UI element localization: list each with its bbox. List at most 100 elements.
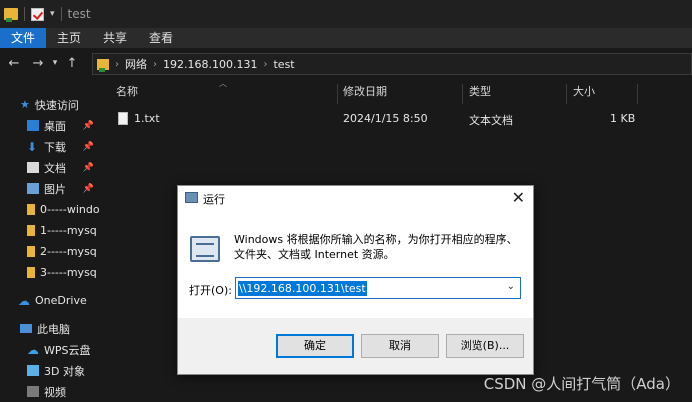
navigation-pane: ★ 快速访问 桌面 📌 ⬇ 下载 📌 文档 📌 图片 📌 0-----windo…	[0, 84, 100, 402]
sidebar-item-this-pc[interactable]: 此电脑	[20, 318, 100, 339]
chevron-right-icon[interactable]: ›	[153, 59, 157, 70]
desktop-icon	[27, 120, 39, 131]
browse-button[interactable]: 浏览(B)...	[446, 334, 524, 358]
breadcrumb-network[interactable]: 网络	[125, 56, 147, 72]
sidebar-item-label: 图片	[44, 182, 66, 196]
address-bar[interactable]: › 网络 › 192.168.100.131 › test	[92, 53, 692, 75]
pin-icon: 📌	[82, 183, 94, 194]
column-header-date[interactable]: 修改日期	[343, 84, 387, 104]
properties-check-icon[interactable]	[31, 7, 44, 21]
file-type: 文本文档	[469, 114, 513, 127]
tab-share[interactable]: 共享	[92, 28, 138, 48]
column-header-size[interactable]: 大小	[573, 84, 595, 104]
file-date: 2024/1/15 8:50	[343, 112, 428, 125]
column-divider[interactable]	[637, 84, 638, 104]
tab-file[interactable]: 文件	[0, 28, 47, 48]
star-icon: ★	[20, 98, 30, 111]
cancel-button[interactable]: 取消	[361, 334, 439, 358]
separator	[24, 7, 25, 21]
run-icon	[185, 192, 198, 203]
text-file-icon	[118, 112, 128, 125]
navigation-bar: ← → ▾ ↑ › 网络 › 192.168.100.131 › test	[0, 48, 692, 78]
sidebar-item-label: 下载	[44, 140, 66, 154]
run-dialog: 运行 ✕ Windows 将根据你所输入的名称，为你打开相应的程序、文件夹、文档…	[177, 185, 534, 375]
dialog-body: Windows 将根据你所输入的名称，为你打开相应的程序、文件夹、文档或 Int…	[178, 210, 533, 318]
open-input[interactable]: \\192.168.100.131\test ⌄	[235, 277, 521, 299]
sidebar-item-desktop[interactable]: 桌面 📌	[27, 115, 100, 136]
network-folder-icon	[97, 58, 109, 72]
recent-dropdown-icon[interactable]: ▾	[50, 58, 60, 68]
chevron-down-icon[interactable]: ⌄	[507, 281, 515, 292]
column-divider[interactable]	[462, 84, 463, 104]
sidebar-item-label: 1-----mysq	[40, 224, 97, 237]
3d-objects-icon	[27, 365, 39, 376]
window-title: test	[67, 7, 91, 21]
run-program-icon	[190, 236, 220, 262]
download-icon: ⬇	[27, 139, 38, 154]
dialog-title-bar: 运行 ✕	[178, 186, 533, 210]
quick-access-dropdown-icon[interactable]: ▾	[50, 9, 55, 19]
breadcrumb-host[interactable]: 192.168.100.131	[163, 58, 257, 71]
title-bar: ▾ test	[0, 0, 692, 28]
sidebar-item-downloads[interactable]: ⬇ 下载 📌	[27, 136, 100, 157]
tab-view[interactable]: 查看	[138, 28, 184, 48]
sidebar-item-folder[interactable]: 1-----mysq	[27, 220, 100, 241]
pin-icon: 📌	[82, 162, 94, 173]
chevron-right-icon[interactable]: ›	[263, 59, 267, 70]
file-name: 1.txt	[134, 112, 160, 125]
file-row[interactable]: 1.txt 2024/1/15 8:50 文本文档 1 KB	[100, 110, 692, 130]
column-header-type[interactable]: 类型	[469, 84, 491, 104]
separator	[60, 7, 62, 21]
sidebar-item-label: 0-----windo	[40, 203, 100, 216]
watermark: CSDN @人间打气筒（Ada）	[483, 375, 680, 393]
pictures-icon	[27, 183, 39, 194]
up-arrow-icon[interactable]: ↑	[60, 56, 84, 71]
sidebar-item-label: 3D 对象	[44, 364, 85, 378]
sidebar-item-label: OneDrive	[35, 294, 87, 307]
sidebar-item-quick-access[interactable]: ★ 快速访问	[20, 94, 100, 115]
sort-ascending-icon: ︿	[219, 79, 227, 88]
forward-arrow-icon[interactable]: →	[26, 56, 50, 71]
open-input-value[interactable]: \\192.168.100.131\test	[238, 280, 367, 296]
sidebar-item-label: 2-----mysq	[40, 245, 97, 258]
ok-button[interactable]: 确定	[276, 334, 354, 358]
sidebar-item-label: 文档	[44, 161, 66, 175]
back-arrow-icon[interactable]: ←	[2, 56, 26, 71]
sidebar-item-label: 3-----mysq	[40, 266, 97, 279]
sidebar-item-folder[interactable]: 0-----windo	[27, 199, 100, 220]
dialog-description: Windows 将根据你所输入的名称，为你打开相应的程序、文件夹、文档或 Int…	[234, 233, 518, 261]
documents-icon	[27, 162, 39, 173]
video-icon	[27, 386, 39, 397]
sidebar-item-wps-cloud[interactable]: ☁ WPS云盘	[27, 339, 100, 360]
sidebar-item-documents[interactable]: 文档 📌	[27, 157, 100, 178]
sidebar-item-label: 此电脑	[37, 322, 70, 336]
close-icon[interactable]: ✕	[512, 188, 525, 207]
sidebar-item-folder[interactable]: 2-----mysq	[27, 241, 100, 262]
folder-icon	[27, 267, 35, 278]
open-label: 打开(O):	[189, 284, 232, 297]
sidebar-item-videos[interactable]: 视频	[27, 381, 100, 402]
sidebar-item-onedrive[interactable]: ☁ OneDrive	[18, 290, 100, 311]
ribbon-tabs: 文件 主页 共享 查看	[0, 28, 692, 48]
column-divider[interactable]	[337, 84, 338, 104]
sidebar-item-3d-objects[interactable]: 3D 对象	[27, 360, 100, 381]
folder-icon	[4, 8, 18, 22]
sidebar-item-label: 快速访问	[34, 98, 79, 112]
pin-icon: 📌	[82, 120, 94, 131]
dialog-title: 运行	[203, 193, 225, 206]
tab-home[interactable]: 主页	[46, 28, 92, 48]
column-header-name[interactable]: 名称	[116, 84, 138, 104]
breadcrumb-share[interactable]: test	[273, 58, 294, 71]
cloud-icon: ☁	[27, 342, 39, 357]
sidebar-item-pictures[interactable]: 图片 📌	[27, 178, 100, 199]
column-divider[interactable]	[566, 84, 567, 104]
sidebar-item-label: 视频	[44, 385, 66, 399]
sidebar-item-label: WPS云盘	[44, 343, 91, 357]
sidebar-item-label: 桌面	[44, 119, 66, 133]
folder-icon	[27, 246, 35, 257]
folder-icon	[27, 204, 35, 215]
sidebar-item-folder[interactable]: 3-----mysq	[27, 262, 100, 283]
chevron-right-icon[interactable]: ›	[115, 59, 119, 70]
file-size: 1 KB	[610, 112, 636, 125]
computer-icon	[20, 324, 32, 333]
